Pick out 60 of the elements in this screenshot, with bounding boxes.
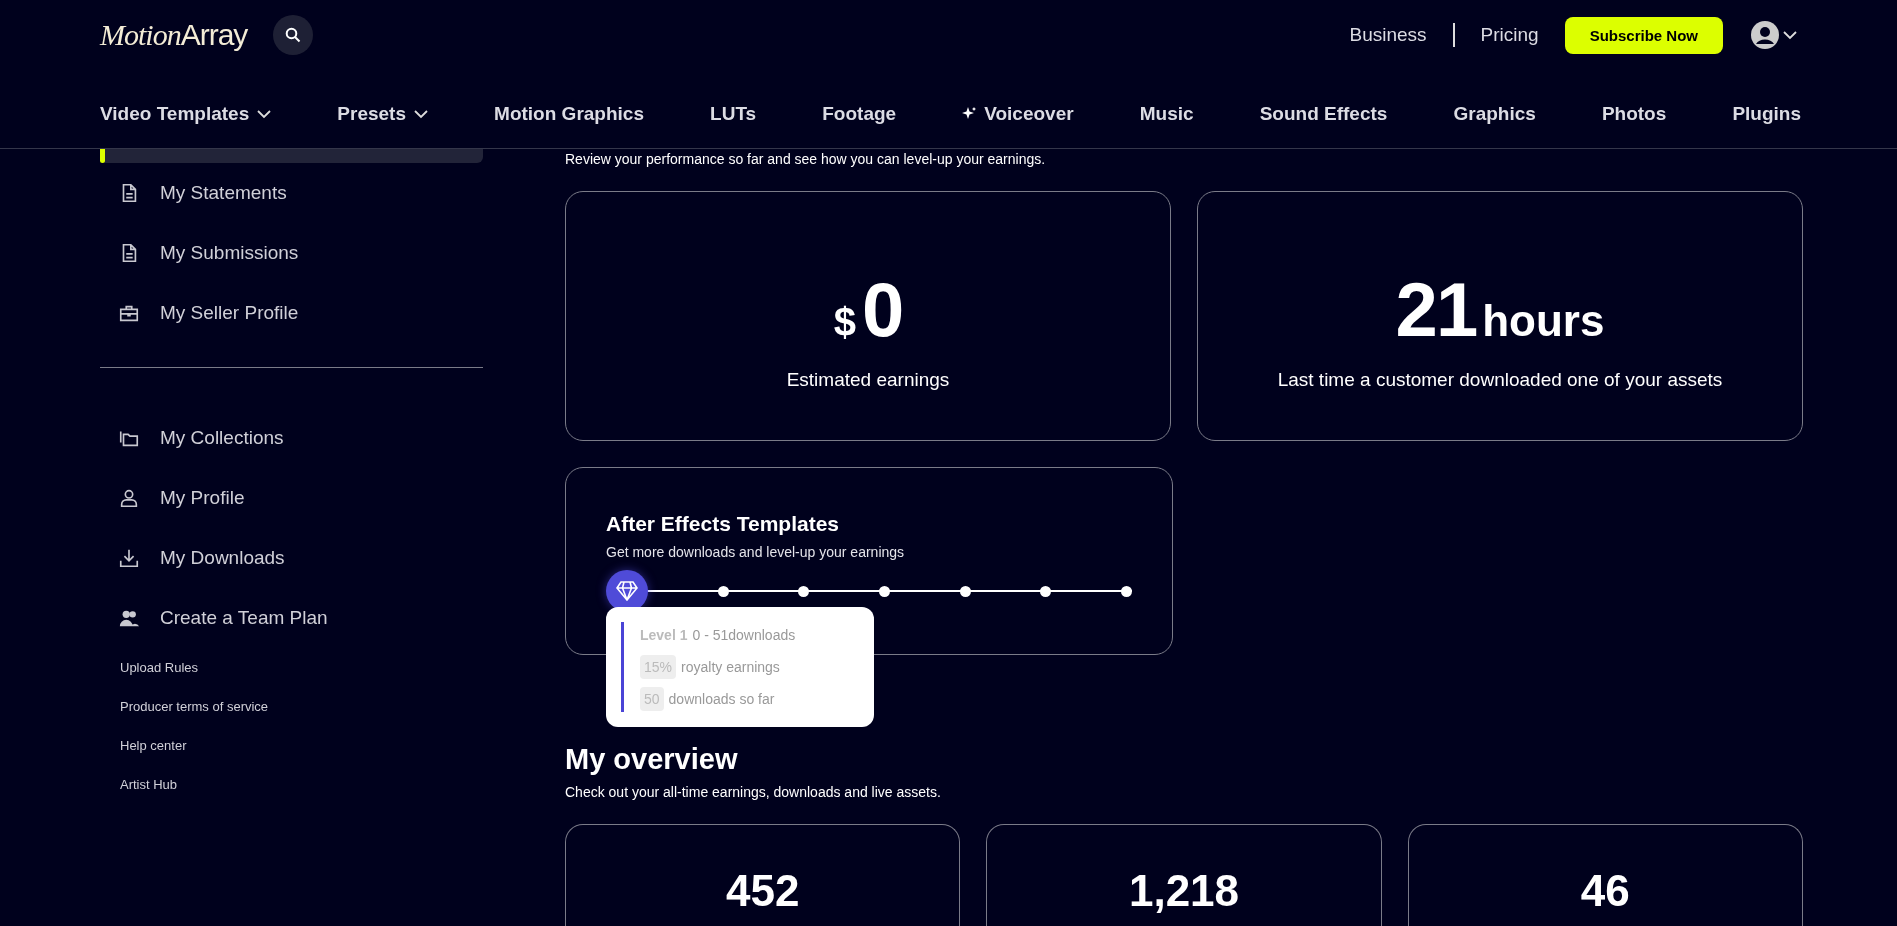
footer-link[interactable]: Producer terms of service (120, 699, 269, 714)
royalty-label: royalty earnings (681, 659, 780, 675)
level-name: Level 1 (640, 627, 688, 643)
level-range: 0 - 51downloads (692, 627, 796, 643)
avatar-icon[interactable] (1751, 21, 1779, 49)
level-step[interactable] (959, 585, 971, 597)
nav-item[interactable]: Video Templates (100, 103, 272, 125)
sidebar-item[interactable]: My Seller Profile (100, 283, 483, 343)
chevron-down-icon (257, 109, 272, 119)
diamond-icon (616, 581, 638, 601)
level-step[interactable] (798, 585, 810, 597)
nav-item[interactable]: Motion Graphics (494, 103, 644, 125)
section-subtitle: Review your performance so far and see how you can level-up your earnings. (565, 151, 1047, 167)
nav-item[interactable]: Plugins (1732, 103, 1801, 125)
sparkle-icon (962, 107, 977, 121)
downloads-label: downloads so far (668, 691, 775, 707)
nav-item[interactable]: Sound Effects (1259, 103, 1388, 125)
stat-value: 452 (725, 869, 800, 917)
chevron-down-icon (414, 109, 428, 119)
section-subtitle: Check out your all-time earnings, downloads and live assets. (565, 784, 942, 800)
stat-label: Estimated earnings (786, 368, 950, 391)
level-step[interactable] (1040, 585, 1052, 597)
sidebar-item[interactable]: My Submissions (100, 223, 483, 283)
currency-symbol: $ (833, 299, 856, 345)
sidebar-item[interactable]: My Downloads (100, 528, 483, 588)
subscribe-button[interactable]: Subscribe Now (1564, 16, 1723, 54)
nav-item[interactable]: Voiceover (962, 103, 1074, 125)
section-title: My overview (565, 743, 739, 776)
header-link[interactable]: Pricing (1480, 24, 1539, 46)
sidebar-item[interactable]: Create a Team Plan (100, 588, 483, 648)
level-step[interactable] (878, 585, 890, 597)
sidebar-item[interactable]: My Statements (100, 163, 483, 223)
header-link[interactable]: Business (1349, 24, 1427, 46)
stat-value: 21 (1395, 265, 1477, 353)
nav-item[interactable]: LUTs (710, 103, 757, 125)
footer-link[interactable]: Help center (120, 738, 187, 753)
sidebar-item[interactable]: My Profile (100, 468, 483, 528)
search-button[interactable] (273, 15, 314, 55)
level-step[interactable] (717, 585, 729, 597)
nav-item[interactable]: Graphics (1453, 103, 1536, 125)
sidebar-item[interactable]: My Collections (100, 408, 483, 468)
level-card-title: After Effects Templates (606, 512, 840, 536)
level-step[interactable] (1120, 585, 1132, 597)
person-icon (118, 487, 140, 509)
level-card-subtitle: Get more downloads and level-up your earnings (606, 544, 906, 560)
nav-item[interactable]: Footage (822, 103, 897, 125)
nav-item[interactable]: Photos (1601, 103, 1667, 125)
footer-link[interactable]: Artist Hub (120, 777, 178, 792)
logo[interactable]: MotionArray (100, 18, 248, 52)
stat-unit: hours (1482, 295, 1605, 346)
download-icon (118, 547, 140, 569)
nav-item[interactable]: Presets (337, 103, 428, 125)
footer-link[interactable]: Upload Rules (120, 660, 199, 675)
search-icon (285, 27, 302, 43)
stat-value: 0 (862, 265, 903, 353)
stat-value: 46 (1580, 869, 1630, 917)
nav-item[interactable]: Music (1139, 103, 1194, 125)
stat-value: 1,218 (1128, 869, 1240, 917)
chevron-down-icon (1783, 30, 1797, 40)
stat-label: Last time a customer downloaded one of your assets (1277, 368, 1723, 391)
